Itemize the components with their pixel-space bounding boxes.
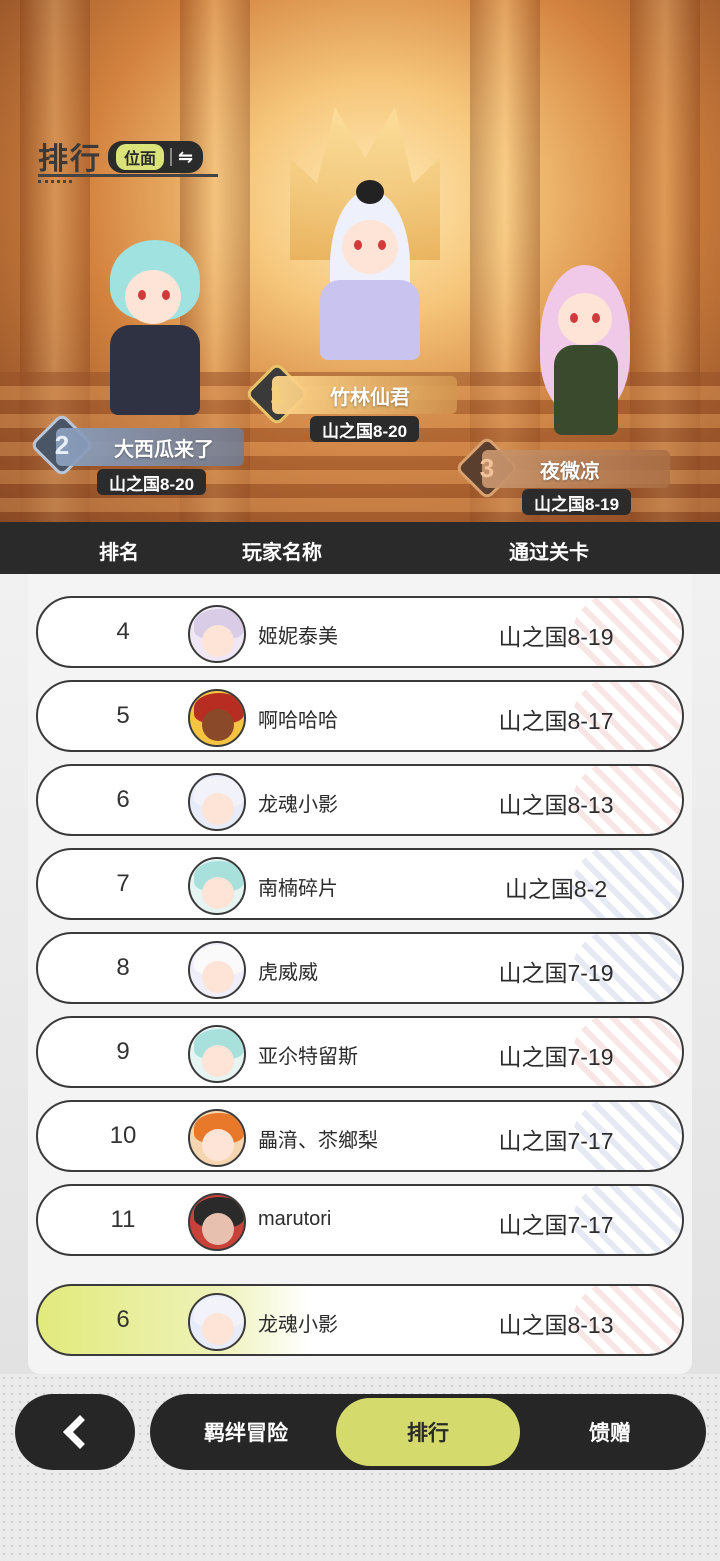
- column-header-rank: 排名: [99, 542, 139, 564]
- row-stage: 山之国7-17: [498, 1212, 614, 1238]
- avatar[interactable]: [188, 605, 246, 663]
- back-button[interactable]: [15, 1394, 135, 1470]
- my-stage: 山之国8-13: [498, 1312, 614, 1338]
- table-row[interactable]: 11 marutori 山之国7-17: [36, 1184, 684, 1256]
- table-row[interactable]: 6 龙魂小影 山之国8-13: [36, 764, 684, 836]
- row-player-name: 龙魂小影: [258, 794, 338, 816]
- row-stage: 山之国7-19: [498, 960, 614, 986]
- row-player-name: 南楠碎片: [258, 878, 338, 900]
- avatar[interactable]: [188, 857, 246, 915]
- swap-icon: ⇋: [178, 147, 194, 167]
- table-row[interactable]: 4 姬妮泰美 山之国8-19: [36, 596, 684, 668]
- table-row[interactable]: 10 畾湇、苶鄉梨 山之国7-17: [36, 1100, 684, 1172]
- tab-gifts[interactable]: 馈赠: [530, 1398, 690, 1466]
- rank-1-name: 竹林仙君: [330, 386, 410, 409]
- title-underline: [38, 174, 218, 177]
- page-title: 排行: [38, 143, 102, 176]
- row-rank: 4: [116, 618, 130, 645]
- avatar[interactable]: [188, 1025, 246, 1083]
- tab-group: 羁绊冒险 排行 馈赠: [150, 1394, 706, 1470]
- rank-2-stage: 山之国8-20: [97, 469, 207, 495]
- my-player-name: 龙魂小影: [258, 1314, 338, 1336]
- rank-3-nameplate: 夜微凉: [482, 450, 670, 488]
- row-player-name: 啊哈哈哈: [258, 710, 338, 732]
- row-stage: 山之国8-17: [498, 708, 614, 734]
- column-header-player-name: 玩家名称: [242, 542, 322, 564]
- rank-3-number: 3: [479, 452, 495, 483]
- avatar[interactable]: [188, 941, 246, 999]
- leaderboard-list[interactable]: 4 姬妮泰美 山之国8-19 5 啊哈哈哈 山之国8-17 6 龙魂小影 山之国…: [0, 574, 720, 1374]
- table-row[interactable]: 9 亚尒特留斯 山之国7-19: [36, 1016, 684, 1088]
- table-row[interactable]: 8 虎威威 山之国7-19: [36, 932, 684, 1004]
- page-title-block: 排行 位面 ⇋: [38, 134, 204, 178]
- leaderboard-table-header: 排名 玩家名称 通过关卡: [0, 522, 720, 574]
- row-rank: 5: [116, 702, 130, 729]
- tab-bond-adventure[interactable]: 羁绊冒险: [166, 1398, 326, 1466]
- row-stage: 山之国8-13: [498, 792, 614, 818]
- realm-switch-button[interactable]: 位面 ⇋: [108, 141, 204, 173]
- row-rank: 7: [116, 870, 130, 897]
- rank-3-stage: 山之国8-19: [522, 489, 632, 515]
- rank-1-character[interactable]: [290, 180, 450, 380]
- rank-1-stage: 山之国8-20: [310, 416, 420, 442]
- my-rank-row[interactable]: 6 龙魂小影 山之国8-13: [36, 1284, 684, 1356]
- row-stage: 山之国8-19: [498, 624, 614, 650]
- table-row[interactable]: 7 南楠碎片 山之国8-2: [36, 848, 684, 920]
- column-header-stage: 通过关卡: [509, 542, 589, 564]
- row-player-name: 虎威威: [258, 962, 318, 984]
- table-row[interactable]: 5 啊哈哈哈 山之国8-17: [36, 680, 684, 752]
- chevron-left-icon: [63, 1415, 97, 1449]
- leaderboard-podium: 排行 位面 ⇋ 竹林仙君 1 山之国8-20 大西瓜来了 2 山之国8-20 夜…: [0, 0, 720, 522]
- row-rank: 8: [116, 954, 130, 981]
- row-player-name: 亚尒特留斯: [258, 1046, 358, 1068]
- rank-2-name: 大西瓜来了: [114, 438, 214, 461]
- rank-3-character[interactable]: [520, 255, 650, 450]
- title-dots: [38, 180, 72, 183]
- rank-2-number: 2: [54, 429, 70, 460]
- avatar[interactable]: [188, 773, 246, 831]
- row-player-name: marutori: [258, 1208, 332, 1230]
- rank-2-character[interactable]: [80, 230, 230, 430]
- avatar[interactable]: [188, 1193, 246, 1251]
- bottom-navigation: 羁绊冒险 排行 馈赠: [0, 1374, 720, 1561]
- row-stage: 山之国8-2: [504, 876, 608, 902]
- my-rank: 6: [116, 1306, 130, 1333]
- avatar[interactable]: [188, 689, 246, 747]
- avatar[interactable]: [188, 1293, 246, 1351]
- divider: [170, 148, 173, 166]
- row-player-name: 姬妮泰美: [258, 626, 338, 648]
- row-rank: 9: [116, 1038, 130, 1065]
- rank-3-name: 夜微凉: [540, 460, 600, 483]
- realm-label: 位面: [116, 144, 165, 170]
- row-rank: 11: [110, 1206, 136, 1233]
- row-rank: 6: [116, 786, 130, 813]
- row-rank: 10: [109, 1122, 137, 1149]
- row-player-name: 畾湇、苶鄉梨: [258, 1130, 378, 1152]
- tab-ranking[interactable]: 排行: [336, 1398, 520, 1466]
- rank-1-number: 1: [269, 378, 285, 409]
- row-stage: 山之国7-17: [498, 1128, 614, 1154]
- row-stage: 山之国7-19: [498, 1044, 614, 1070]
- avatar[interactable]: [188, 1109, 246, 1167]
